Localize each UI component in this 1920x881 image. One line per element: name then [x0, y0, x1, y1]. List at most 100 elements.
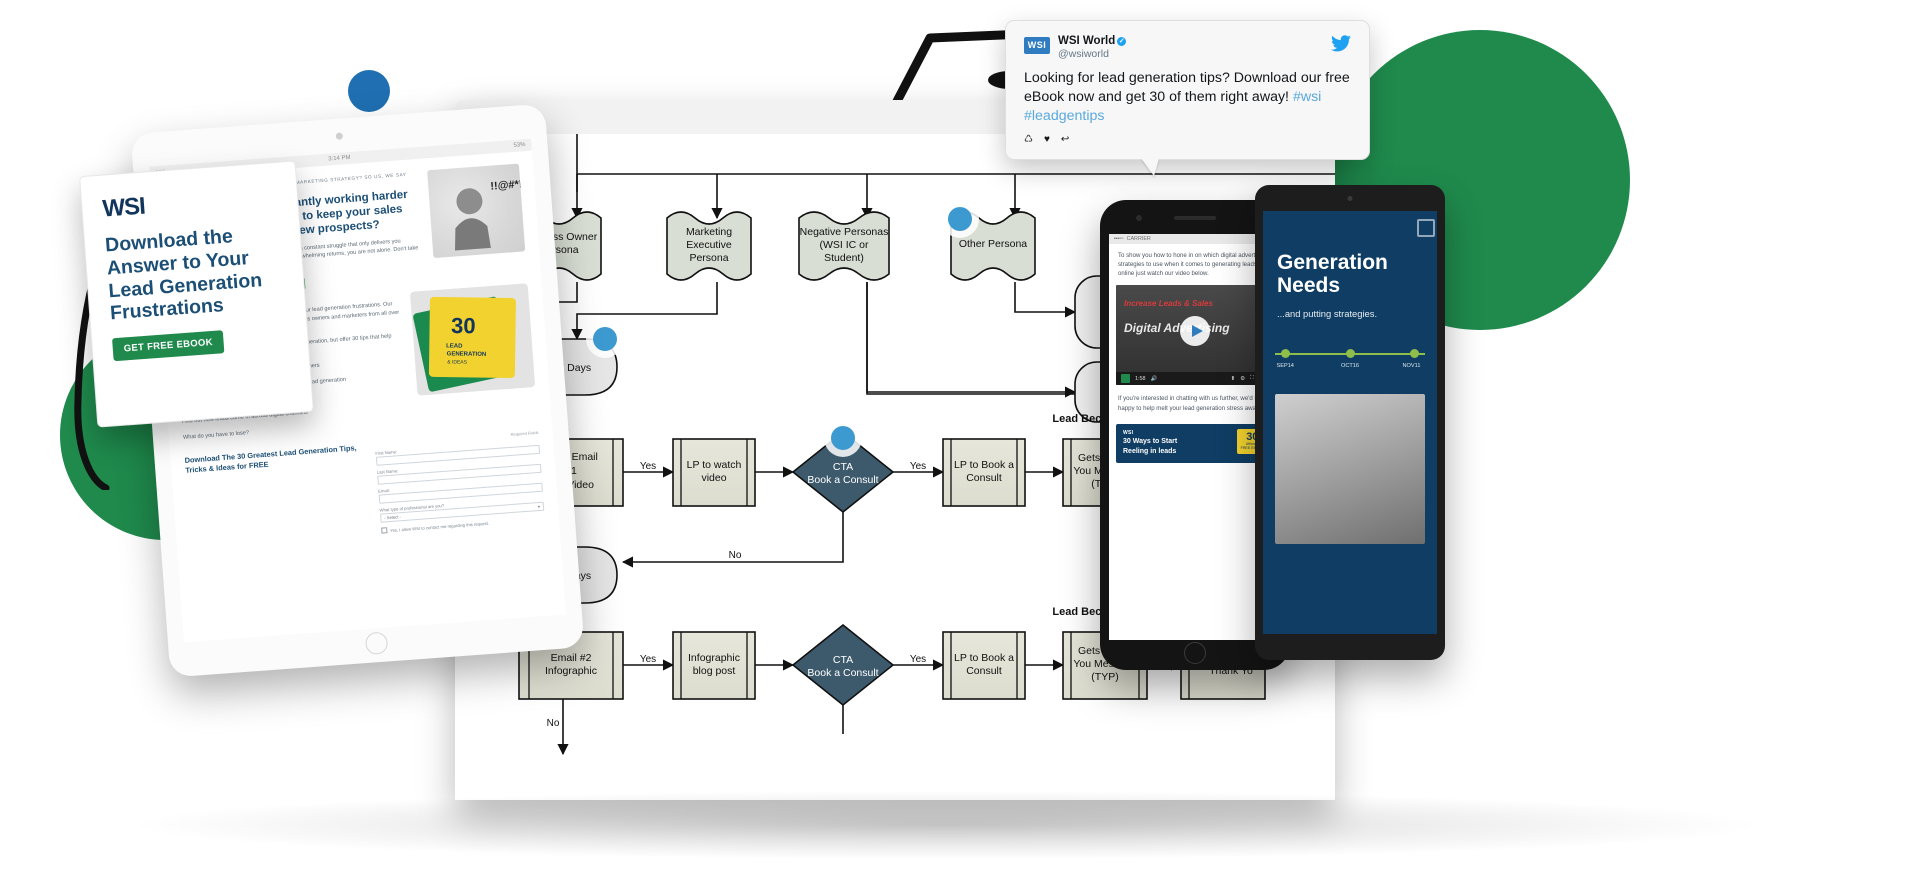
svg-text:Infographic: Infographic [688, 652, 740, 664]
tablet-right-expand-icon[interactable] [1417, 219, 1435, 237]
svg-text:30: 30 [451, 313, 476, 338]
like-icon[interactable]: ♥ [1044, 134, 1050, 145]
reply-icon[interactable]: ↩ [1061, 134, 1069, 145]
share-icon[interactable]: ⬆ [1231, 376, 1236, 382]
svg-text:Marketing: Marketing [686, 226, 732, 238]
svg-text:LP to Book a: LP to Book a [954, 652, 1014, 664]
settings-gear-icon[interactable]: ⚙ [1240, 376, 1245, 382]
svg-text:Consult: Consult [966, 665, 1002, 677]
svg-text:Persona: Persona [689, 252, 728, 264]
lp-select-value: - Select - [383, 514, 402, 521]
flow-edge-label-no-2: No [729, 550, 742, 561]
svg-text:Consult: Consult [966, 472, 1002, 484]
tweet-display-name: WSI World ✓ [1058, 35, 1127, 48]
phone-home-button[interactable] [1184, 642, 1206, 664]
flow-edge-label-yes-1: Yes [640, 461, 656, 472]
tweet-header: WSI WSI World ✓ @wsiworld [1024, 35, 1351, 60]
flow-node-infographic-blog: Infographic blog post [672, 631, 756, 700]
svg-text:(WSI IC or: (WSI IC or [820, 239, 870, 251]
tablet-right-header: Generation Needs ...and putting strategi… [1263, 211, 1437, 320]
front-camera-icon [1136, 215, 1142, 221]
video-time: 1:58 [1135, 375, 1146, 382]
tablet-ebook-cover[interactable]: WSI Download the Answer to Your Lead Gen… [79, 160, 314, 428]
phone-signal-icon: ▪▪▪▫▫ [1114, 236, 1124, 242]
camera-icon [335, 132, 343, 140]
video-play-icon[interactable] [1121, 374, 1130, 384]
video-title-line-2: Digital Advertising [1124, 321, 1230, 336]
svg-text:GENERATION: GENERATION [447, 352, 487, 359]
timeline-dot-3[interactable] [1410, 349, 1419, 359]
ebook-logo: WSI [101, 192, 146, 223]
tweet-identity: WSI World ✓ @wsiworld [1058, 35, 1127, 60]
flow-edge-label-yes-2: Yes [910, 461, 926, 472]
lp-hero-image: !!@#*!! [427, 163, 526, 259]
flow-edge-label-no-3: Yes [910, 654, 926, 665]
lp-ebook-image: 30 LEAD GENERATION & IDEAS [409, 283, 536, 396]
tweet-callout-tail [1141, 158, 1159, 176]
tablet-right-timeline: SEP14 OCT16 NOV11 [1275, 346, 1425, 380]
timeline-dot-2[interactable] [1345, 349, 1355, 359]
svg-text:Negative Personas: Negative Personas [800, 226, 889, 238]
scene: Business Owner Persona Marketing Executi… [0, 0, 1920, 881]
ebook-cover: WSI Download the Answer to Your Lead Gen… [80, 161, 310, 384]
svg-text:!!@#*!!: !!@#*!! [490, 178, 525, 193]
tablet-right-paragraph: ...and putting strategies. [1277, 308, 1378, 320]
speaker-icon [1174, 216, 1216, 220]
tablet-right-headline: Generation Needs [1277, 251, 1388, 298]
tweet-actions: ♺ ♥ ↩ [1024, 134, 1351, 145]
ebook-headline: Download the Answer to Your Lead Generat… [104, 225, 263, 325]
svg-text:Book a Consult: Book a Consult [807, 474, 878, 486]
scene-drop-shadow [120, 790, 1770, 860]
flow-node-lp-book-consult-1: LP to Book a Consult [942, 438, 1026, 507]
svg-text:& IDEAS: & IDEAS [447, 360, 467, 366]
lp-consent-checkbox[interactable] [380, 527, 388, 534]
tablet-right-camera-icon [1347, 196, 1353, 201]
svg-text:CTA: CTA [833, 654, 853, 666]
flow-edge-label-no-4: No [547, 718, 560, 729]
flow-node-persona-marketing: Marketing Executive Persona [666, 211, 752, 281]
play-button-icon[interactable] [1180, 316, 1210, 347]
verified-badge-icon: ✓ [1117, 37, 1127, 46]
hotspot-other-persona [941, 200, 979, 238]
svg-text:blog post: blog post [693, 665, 736, 677]
timeline-label-2: OCT16 [1341, 363, 1360, 370]
tweet-card[interactable]: WSI WSI World ✓ @wsiworld Looking for lea… [1005, 20, 1370, 176]
tweet-display-name-text: WSI World [1058, 35, 1116, 47]
svg-text:Student): Student) [824, 252, 864, 264]
avatar: WSI [1024, 37, 1050, 54]
video-controls[interactable]: 1:58 🔊 ⬆ ⚙ ⛶ WSI [1116, 372, 1274, 386]
twitter-bird-icon [1331, 35, 1351, 55]
home-button[interactable] [364, 631, 388, 656]
video-title-line-1: Increase Leads & Sales [1124, 299, 1213, 309]
svg-text:(TYP): (TYP) [1091, 671, 1118, 683]
svg-text:video: video [701, 472, 726, 484]
hotspot-wait-7-days [586, 320, 624, 358]
timeline-dot-1[interactable] [1281, 349, 1290, 359]
flow-node-lp-watch-video: LP to watch video [672, 438, 756, 507]
status-battery: 53% [513, 142, 526, 149]
svg-text:CTA: CTA [833, 461, 853, 473]
tablet-right-screen[interactable]: Generation Needs ...and putting strategi… [1263, 211, 1437, 634]
status-time: 3:14 PM [328, 154, 351, 163]
svg-text:Other Persona: Other Persona [959, 238, 1027, 250]
svg-text:LEAD: LEAD [446, 344, 463, 350]
tablet-right-photo [1275, 394, 1425, 545]
flow-edge-label-yes-3: Yes [640, 654, 656, 665]
phone-ebook-banner[interactable]: WSI 30 Ways to Start Reeling in leads 30… [1116, 423, 1274, 464]
svg-text:LP to Book a: LP to Book a [954, 459, 1014, 471]
decor-blue-dot [348, 70, 390, 112]
svg-text:Email #2: Email #2 [551, 652, 592, 664]
flow-node-cta-book-consult-2: CTA Book a Consult [791, 623, 895, 707]
get-free-ebook-button[interactable]: GET FREE EBOOK [112, 330, 225, 362]
lp-form-title: Download The 30 Greatest Lead Generation… [184, 443, 357, 475]
timeline-label-1: SEP14 [1276, 363, 1294, 370]
fullscreen-icon[interactable]: ⛶ [1250, 375, 1254, 382]
volume-icon[interactable]: 🔊 [1151, 376, 1158, 382]
chevron-down-icon: ▾ [537, 504, 541, 510]
hotspot-cta-decision [824, 419, 862, 457]
phone-video-player[interactable]: Increase Leads & Sales Digital Advertisi… [1116, 285, 1274, 386]
tablet-right-device[interactable]: Generation Needs ...and putting strategi… [1255, 185, 1445, 660]
retweet-icon[interactable]: ♺ [1024, 134, 1033, 145]
flow-node-lp-book-consult-2: LP to Book a Consult [942, 631, 1026, 700]
svg-text:Executive: Executive [686, 239, 732, 251]
